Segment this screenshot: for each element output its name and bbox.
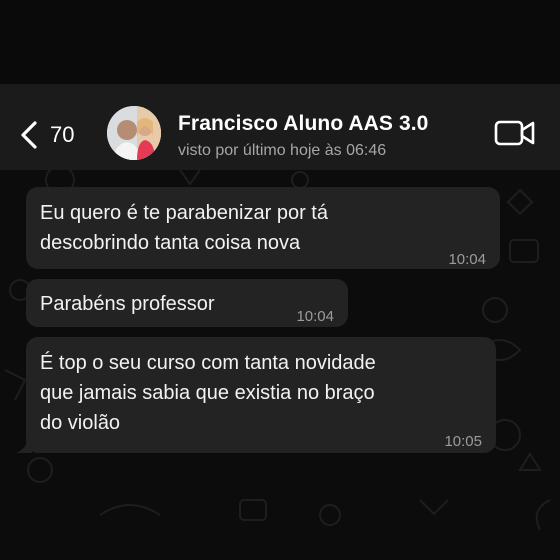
- last-seen-status: visto por último hoje às 06:46: [178, 142, 387, 159]
- profile-photo: [107, 106, 161, 160]
- bubble-tail-icon: [16, 439, 32, 453]
- message-bubble-2[interactable]: Parabéns professor 10:04: [26, 279, 348, 327]
- avatar[interactable]: [107, 106, 161, 160]
- contact-info[interactable]: Francisco Aluno AAS 3.0 visto por último…: [178, 112, 428, 160]
- message-text-line: descobrindo tanta coisa nova: [40, 232, 301, 254]
- message-text-line: que jamais sabia que existia no braço: [40, 382, 375, 404]
- chat-area[interactable]: Eu quero é te parabenizar por tá descobr…: [0, 170, 560, 560]
- message-text-line: do violão: [40, 412, 121, 434]
- message-text-line: É top o seu curso com tanta novidade: [40, 352, 376, 374]
- message-text-line: Eu quero é te parabenizar por tá: [40, 202, 328, 224]
- message-timestamp: 10:05: [444, 433, 482, 450]
- message-bubble-1[interactable]: Eu quero é te parabenizar por tá descobr…: [26, 187, 500, 269]
- contact-name: Francisco Aluno AAS 3.0: [178, 112, 429, 135]
- message-text-line: Parabéns professor: [40, 293, 215, 315]
- chat-header: 70 Francisco Aluno AAS 3.0 visto por últ…: [0, 84, 560, 170]
- video-camera-icon: [494, 120, 535, 146]
- message-timestamp: 10:04: [448, 251, 486, 268]
- back-button[interactable]: 70: [20, 120, 74, 150]
- video-call-button[interactable]: [494, 118, 536, 153]
- unread-count: 70: [50, 122, 75, 147]
- chevron-left-icon: [21, 121, 37, 149]
- status-bar-area: [0, 0, 560, 84]
- message-timestamp: 10:04: [296, 308, 334, 325]
- message-bubble-3[interactable]: É top o seu curso com tanta novidade que…: [26, 337, 496, 453]
